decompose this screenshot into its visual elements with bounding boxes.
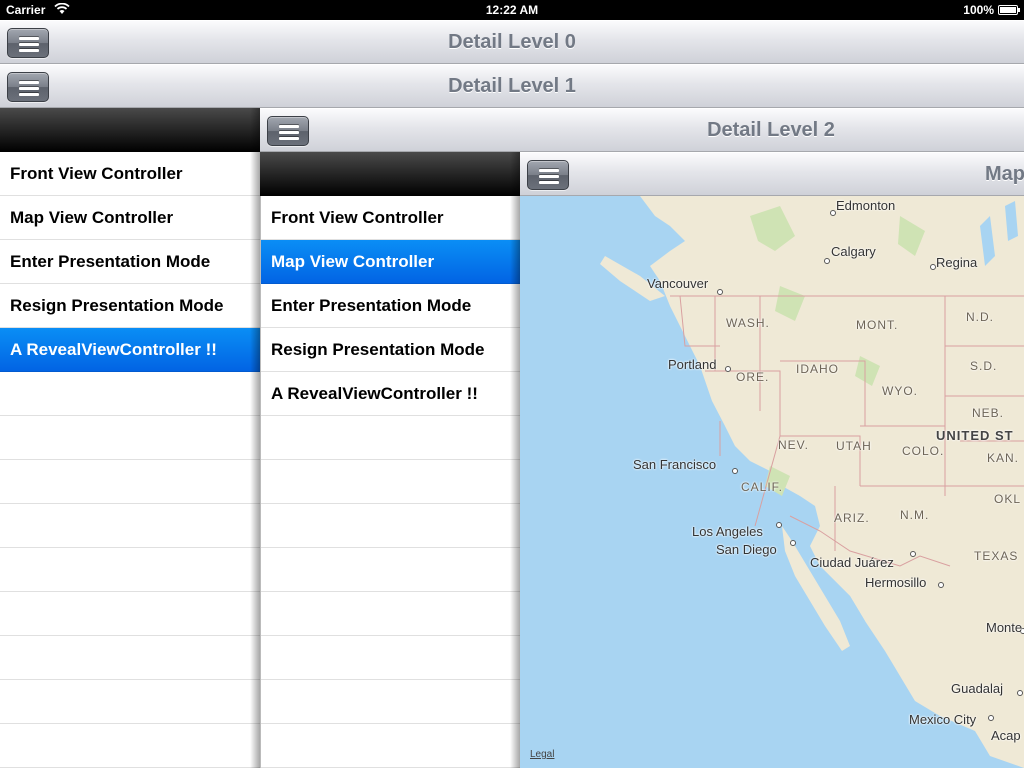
city-label: Calgary [831,244,876,259]
rear-header-1 [0,108,260,152]
empty-row [0,592,260,636]
city-label: Acap [991,728,1021,743]
empty-row [0,724,260,768]
empty-row [0,460,260,504]
region-label: WASH. [726,316,770,330]
menu-item-map-view[interactable]: Map View Controller [261,240,520,284]
menu-item-front-view[interactable]: Front View Controller [0,152,260,196]
empty-row [0,548,260,592]
city-marker [824,258,830,264]
empty-row [0,636,260,680]
city-marker [717,289,723,295]
menu-item-reveal-controller[interactable]: A RevealViewController !! [0,328,260,372]
region-label: MONT. [856,318,899,332]
region-label: UTAH [836,439,872,453]
city-label: Ciudad Juárez [810,555,894,570]
clock: 12:22 AM [485,3,539,17]
city-marker [988,715,994,721]
city-label: San Francisco [633,457,717,472]
city-marker [1017,690,1023,696]
region-label: CALIF. [741,480,784,494]
city-label: Hermosillo [865,575,927,590]
nav-title-level-1: Detail Level 1 [448,75,576,97]
menu-item-resign-presentation[interactable]: Resign Presentation Mode [261,328,520,372]
screen: Carrier 12:22 AM 100% Detail Level 0 Det… [0,0,1024,768]
empty-row [261,636,520,680]
city-label: Portland [668,357,717,372]
city-label: Mexico City [909,712,977,727]
empty-row [261,680,520,724]
city-marker [776,522,782,528]
region-label: NEB. [972,406,1005,420]
empty-row [0,372,260,416]
rear-menu-2: Front View Controller Map View Controlle… [260,196,520,768]
nav-title-map: Map [985,163,1024,185]
menu-item-reveal-controller[interactable]: A RevealViewController !! [261,372,520,416]
status-bar: Carrier 12:22 AM 100% [0,0,1024,20]
menu-item-enter-presentation[interactable]: Enter Presentation Mode [0,240,260,284]
region-label: N.D. [966,310,994,324]
region-label: KAN. [987,451,1020,465]
city-label: Edmonton [836,198,896,213]
nav-title-level-2: Detail Level 2 [707,119,835,141]
battery-icon [998,5,1020,15]
city-label: Guadalaj [951,681,1004,696]
region-label: TEXAS [974,549,1019,563]
menu-item-map-view[interactable]: Map View Controller [0,196,260,240]
region-label: N.M. [900,508,930,522]
city-marker [732,468,738,474]
country-label: UNITED ST [936,428,1014,443]
city-marker [910,551,916,557]
hamburger-icon [539,169,559,187]
panel-shadow [510,152,520,768]
empty-row [261,592,520,636]
empty-row [261,504,520,548]
city-label: Vancouver [647,276,709,291]
menu-item-front-view[interactable]: Front View Controller [261,196,520,240]
region-label: ARIZ. [834,511,870,525]
panel-shadow [250,108,260,768]
city-label: Regina [936,255,978,270]
nav-bar-level-0: Detail Level 0 [0,20,1024,64]
city-marker [790,540,796,546]
region-label: S.D. [970,359,998,373]
empty-row [261,416,520,460]
reveal-menu-button-map[interactable] [527,160,569,190]
city-label: Monte [986,620,1023,635]
empty-row [0,416,260,460]
region-label: ORE. [736,370,770,384]
region-label: OKL [994,492,1022,506]
city-marker [938,582,944,588]
rear-menu-1: Front View Controller Map View Controlle… [0,152,260,768]
region-label: WYO. [882,384,918,398]
map-view[interactable]: Edmonton Calgary Regina Vancouver Portla… [520,196,1024,768]
city-label: Los Angeles [692,524,763,539]
nav-bar-level-1: Detail Level 1 [0,64,1024,108]
menu-item-enter-presentation[interactable]: Enter Presentation Mode [261,284,520,328]
empty-row [261,724,520,768]
empty-row [0,680,260,724]
region-label: COLO. [902,444,945,458]
city-label: San Diego [716,542,777,557]
region-label: NEV. [778,438,809,452]
menu-item-resign-presentation[interactable]: Resign Presentation Mode [0,284,260,328]
empty-row [261,460,520,504]
rear-header-2 [260,152,520,196]
battery-percent: 100% [963,3,994,17]
empty-row [0,504,260,548]
nav-bar-map: Map [520,152,1024,196]
empty-row [261,548,520,592]
legal-link[interactable]: Legal [530,749,554,760]
nav-bar-level-2: Detail Level 2 [260,108,1024,152]
city-marker [725,366,731,372]
nav-title-level-0: Detail Level 0 [448,31,576,53]
region-label: IDAHO [796,362,840,376]
